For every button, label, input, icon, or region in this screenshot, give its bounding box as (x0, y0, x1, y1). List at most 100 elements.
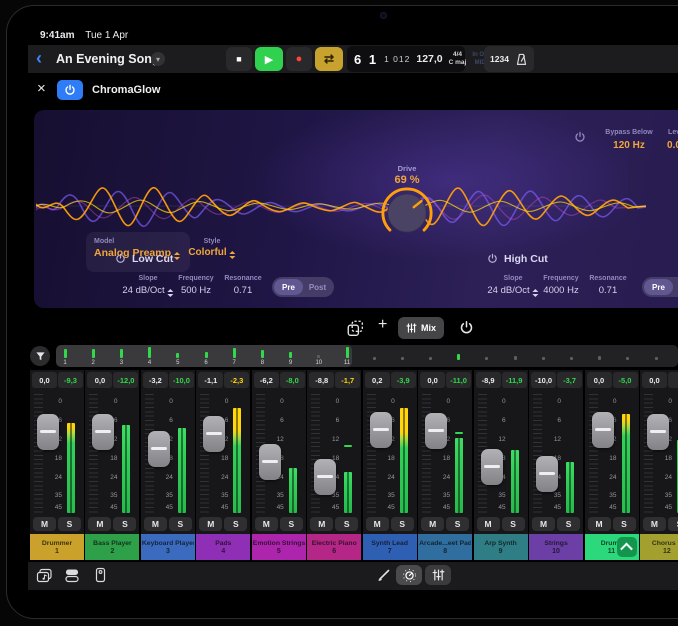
track-name-tile[interactable]: Bass Player2 (85, 534, 139, 560)
collapse-plugin-button[interactable] (617, 537, 637, 557)
track-name-tile[interactable]: Electric Piano6 (307, 534, 361, 560)
mute-button[interactable]: M (33, 517, 56, 531)
solo-button[interactable]: S (446, 517, 469, 531)
solo-button[interactable]: S (391, 517, 414, 531)
cycle-button[interactable]: ⇄ (315, 47, 343, 71)
level-value[interactable]: 0.0 (667, 140, 678, 151)
solo-button[interactable]: S (335, 517, 358, 531)
track-name-tile[interactable]: Chorus V12 (640, 534, 678, 560)
channel-volume-value[interactable]: 0,2 (365, 372, 390, 388)
knob-view-button[interactable] (396, 565, 422, 585)
channel-peak-value[interactable]: -10,0 (169, 372, 194, 388)
solo-button[interactable]: S (557, 517, 580, 531)
mute-button[interactable]: M (88, 517, 111, 531)
track-name-tile[interactable]: Emotion Strings5 (252, 534, 306, 560)
fader-handle[interactable] (92, 414, 114, 450)
solo-button[interactable]: S (280, 517, 303, 531)
channel-peak-value[interactable]: -1,7 (335, 372, 360, 388)
pre-segment[interactable]: Pre (644, 279, 673, 295)
high-cut-pre-post-toggle[interactable]: Pre Post (642, 277, 678, 297)
pencil-icon[interactable] (377, 567, 391, 582)
channel-volume-value[interactable]: -6,2 (254, 372, 279, 388)
high-cut-frequency-value[interactable]: 4000 Hz (543, 285, 578, 296)
mute-button[interactable]: M (588, 517, 611, 531)
overview-track-number[interactable]: 7 (233, 360, 236, 366)
channel-volume-value[interactable]: -1,1 (198, 372, 223, 388)
channel-peak-value[interactable]: -3,7 (557, 372, 582, 388)
solo-button[interactable]: S (169, 517, 192, 531)
channel-peak-value[interactable] (668, 372, 678, 388)
track-name-tile[interactable]: Synth Lead7 (363, 534, 417, 560)
song-title[interactable]: An Evening Song (56, 52, 159, 66)
fader-handle[interactable] (259, 444, 281, 480)
track-name-tile[interactable]: Arp Synth9 (474, 534, 528, 560)
high-cut-power-button[interactable] (487, 253, 498, 264)
fader-handle[interactable] (592, 412, 614, 448)
low-cut-resonance-value[interactable]: 0.71 (234, 285, 253, 296)
fader-view-button[interactable] (425, 565, 451, 585)
channel-peak-value[interactable]: -11,0 (446, 372, 471, 388)
channel-volume-value[interactable]: 0,0 (87, 372, 112, 388)
solo-button[interactable]: S (668, 517, 678, 531)
bypass-power-button[interactable] (574, 131, 586, 143)
overview-track-number[interactable]: 11 (344, 360, 350, 366)
overview-track-number[interactable]: 9 (289, 360, 292, 366)
track-filter-button[interactable] (30, 346, 50, 366)
overview-track-number[interactable]: 8 (261, 360, 264, 366)
fader-handle[interactable] (148, 431, 170, 467)
mute-button[interactable]: M (366, 517, 389, 531)
fader-handle[interactable] (536, 456, 558, 492)
metronome-icon[interactable] (515, 53, 528, 66)
solo-button[interactable]: S (58, 517, 81, 531)
high-cut-resonance-value[interactable]: 0.71 (599, 285, 618, 296)
channel-peak-value[interactable]: -11,9 (502, 372, 527, 388)
track-name-tile[interactable]: Pads4 (196, 534, 250, 560)
low-cut-power-button[interactable] (115, 253, 126, 264)
fader-handle[interactable] (425, 413, 447, 449)
fader-handle[interactable] (481, 449, 503, 485)
add-track-button[interactable]: + (378, 316, 387, 334)
track-name-tile[interactable]: Arcade...eet Pad8 (418, 534, 472, 560)
channel-peak-value[interactable]: -2,3 (224, 372, 249, 388)
back-button[interactable]: ‹ (36, 47, 42, 69)
overview-track-number[interactable]: 6 (204, 360, 207, 366)
mute-button[interactable]: M (477, 517, 500, 531)
low-cut-pre-post-toggle[interactable]: Pre Post (272, 277, 334, 297)
count-in-button[interactable]: 1234 (490, 54, 509, 64)
channel-volume-value[interactable]: 0,0 (642, 372, 667, 388)
mixer-power-button[interactable] (459, 320, 474, 335)
solo-button[interactable]: S (224, 517, 247, 531)
overview-track-number[interactable]: 4 (148, 360, 151, 366)
channel-peak-value[interactable]: -8,0 (280, 372, 305, 388)
fader-handle[interactable] (203, 416, 225, 452)
mute-button[interactable]: M (310, 517, 333, 531)
drive-knob[interactable] (380, 186, 434, 240)
solo-button[interactable]: S (613, 517, 636, 531)
fader-hardware-icon[interactable] (94, 567, 107, 583)
style-value[interactable]: Colorful (188, 247, 235, 259)
song-menu-button[interactable]: ▾ (151, 52, 165, 66)
mute-button[interactable]: M (643, 517, 666, 531)
fader-handle[interactable] (370, 412, 392, 448)
overview-track-number[interactable]: 1 (63, 360, 66, 366)
channel-volume-value[interactable]: -8,8 (309, 372, 334, 388)
stop-button[interactable]: ■ (226, 47, 252, 71)
duplicate-icon[interactable] (346, 319, 364, 337)
loop-browser-icon[interactable] (36, 568, 53, 583)
play-button[interactable]: ▶ (255, 47, 283, 71)
mute-button[interactable]: M (532, 517, 555, 531)
channel-peak-value[interactable]: -12,0 (113, 372, 138, 388)
mix-view-button[interactable]: Mix (398, 317, 444, 339)
overview-track-number[interactable]: 10 (315, 360, 322, 366)
mute-button[interactable]: M (199, 517, 222, 531)
pre-segment[interactable]: Pre (274, 279, 303, 295)
low-cut-frequency-value[interactable]: 500 Hz (181, 285, 211, 296)
bypass-below-value[interactable]: 120 Hz (613, 140, 645, 151)
drive-value[interactable]: 69 % (394, 174, 419, 186)
fader-handle[interactable] (37, 414, 59, 450)
channel-peak-value[interactable]: -3,9 (391, 372, 416, 388)
fader-handle[interactable] (647, 414, 669, 450)
mute-button[interactable]: M (255, 517, 278, 531)
record-button[interactable]: ● (286, 47, 312, 71)
channel-volume-value[interactable]: -8,9 (476, 372, 501, 388)
